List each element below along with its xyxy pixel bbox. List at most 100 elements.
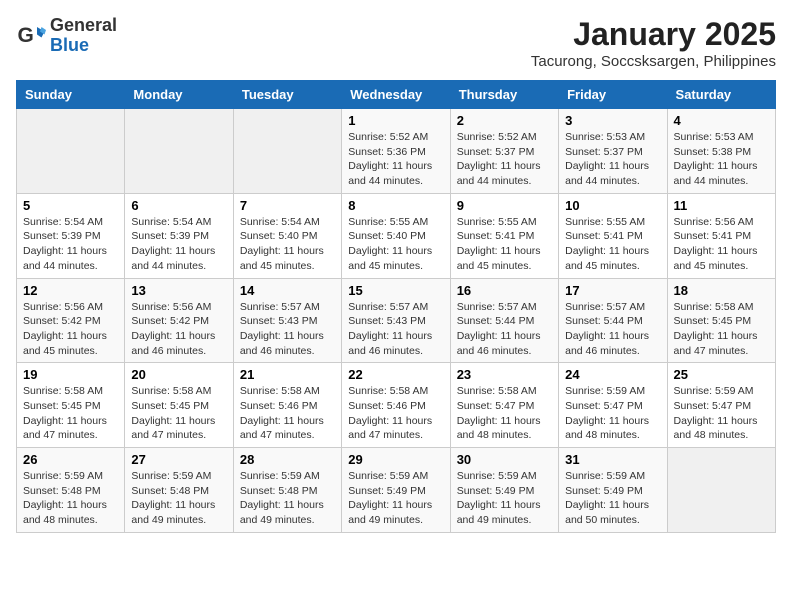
day-number: 2 <box>457 113 552 128</box>
calendar-table: SundayMondayTuesdayWednesdayThursdayFrid… <box>16 80 776 533</box>
day-number: 14 <box>240 283 335 298</box>
day-info: Sunrise: 5:59 AMSunset: 5:47 PMDaylight:… <box>565 384 660 443</box>
day-number: 4 <box>674 113 769 128</box>
day-cell: 6Sunrise: 5:54 AMSunset: 5:39 PMDaylight… <box>125 193 233 278</box>
day-info: Sunrise: 5:58 AMSunset: 5:45 PMDaylight:… <box>23 384 118 443</box>
day-info: Sunrise: 5:58 AMSunset: 5:45 PMDaylight:… <box>131 384 226 443</box>
day-info: Sunrise: 5:59 AMSunset: 5:49 PMDaylight:… <box>565 469 660 528</box>
weekday-header-friday: Friday <box>559 81 667 109</box>
day-info: Sunrise: 5:55 AMSunset: 5:41 PMDaylight:… <box>457 215 552 274</box>
logo-icon: G <box>16 21 46 51</box>
day-number: 9 <box>457 198 552 213</box>
day-cell <box>125 109 233 194</box>
day-cell <box>233 109 341 194</box>
day-number: 24 <box>565 367 660 382</box>
day-info: Sunrise: 5:53 AMSunset: 5:38 PMDaylight:… <box>674 130 769 189</box>
day-info: Sunrise: 5:52 AMSunset: 5:36 PMDaylight:… <box>348 130 443 189</box>
day-cell: 22 Sunrise: 5:58 AMSunset: 5:46 PMDayligh… <box>342 363 450 448</box>
header: G General Blue January 2025 Tacurong, So… <box>16 16 776 70</box>
weekday-header-saturday: Saturday <box>667 81 775 109</box>
day-number: 10 <box>565 198 660 213</box>
day-number: 31 <box>565 452 660 467</box>
day-number: 3 <box>565 113 660 128</box>
day-info: Sunrise: 5:56 AMSunset: 5:42 PMDaylight:… <box>23 300 118 359</box>
day-info: Sunrise: 5:55 AMSunset: 5:41 PMDaylight:… <box>565 215 660 274</box>
day-cell: 21 Sunrise: 5:58 AMSunset: 5:46 PMDayligh… <box>233 363 341 448</box>
day-cell: 2Sunrise: 5:52 AMSunset: 5:37 PMDaylight… <box>450 109 558 194</box>
day-number: 20 <box>131 367 226 382</box>
calendar-title: January 2025 <box>531 16 776 53</box>
day-number: 12 <box>23 283 118 298</box>
day-cell: 18Sunrise: 5:58 AMSunset: 5:45 PMDayligh… <box>667 278 775 363</box>
logo: G General Blue <box>16 16 117 56</box>
day-info: Sunrise: 5:59 AMSunset: 5:48 PMDaylight:… <box>131 469 226 528</box>
day-info: Sunrise: 5:54 AMSunset: 5:39 PMDaylight:… <box>131 215 226 274</box>
day-info: Sunrise: 5:57 AMSunset: 5:44 PMDaylight:… <box>565 300 660 359</box>
day-info: Sunrise: 5:54 AMSunset: 5:39 PMDaylight:… <box>23 215 118 274</box>
day-number: 1 <box>348 113 443 128</box>
day-number: 28 <box>240 452 335 467</box>
day-info: Sunrise: 5:57 AMSunset: 5:43 PMDaylight:… <box>240 300 335 359</box>
day-info: Sunrise: 5:59 AMSunset: 5:49 PMDaylight:… <box>348 469 443 528</box>
day-number: 7 <box>240 198 335 213</box>
day-info: Sunrise: 5:56 AMSunset: 5:42 PMDaylight:… <box>131 300 226 359</box>
day-number: 13 <box>131 283 226 298</box>
day-cell: 13 Sunrise: 5:56 AMSunset: 5:42 PMDayligh… <box>125 278 233 363</box>
day-cell: 3 Sunrise: 5:53 AMSunset: 5:37 PMDaylight… <box>559 109 667 194</box>
day-cell: 11 Sunrise: 5:56 AMSunset: 5:41 PMDayligh… <box>667 193 775 278</box>
day-number: 5 <box>23 198 118 213</box>
day-info: Sunrise: 5:59 AMSunset: 5:47 PMDaylight:… <box>674 384 769 443</box>
weekday-header-wednesday: Wednesday <box>342 81 450 109</box>
day-cell: 19 Sunrise: 5:58 AMSunset: 5:45 PMDayligh… <box>17 363 125 448</box>
day-cell: 25 Sunrise: 5:59 AMSunset: 5:47 PMDayligh… <box>667 363 775 448</box>
calendar-header: SundayMondayTuesdayWednesdayThursdayFrid… <box>17 81 776 109</box>
logo-blue: Blue <box>50 36 117 56</box>
day-cell: 17Sunrise: 5:57 AMSunset: 5:44 PMDayligh… <box>559 278 667 363</box>
day-info: Sunrise: 5:56 AMSunset: 5:41 PMDaylight:… <box>674 215 769 274</box>
day-number: 15 <box>348 283 443 298</box>
day-cell: 8 Sunrise: 5:55 AMSunset: 5:40 PMDaylight… <box>342 193 450 278</box>
week-row-5: 26 Sunrise: 5:59 AMSunset: 5:48 PMDayligh… <box>17 448 776 533</box>
day-cell: 1 Sunrise: 5:52 AMSunset: 5:36 PMDaylight… <box>342 109 450 194</box>
day-number: 25 <box>674 367 769 382</box>
day-info: Sunrise: 5:59 AMSunset: 5:48 PMDaylight:… <box>240 469 335 528</box>
day-cell: 4 Sunrise: 5:53 AMSunset: 5:38 PMDaylight… <box>667 109 775 194</box>
day-cell: 10 Sunrise: 5:55 AMSunset: 5:41 PMDayligh… <box>559 193 667 278</box>
day-cell: 5 Sunrise: 5:54 AMSunset: 5:39 PMDaylight… <box>17 193 125 278</box>
day-info: Sunrise: 5:54 AMSunset: 5:40 PMDaylight:… <box>240 215 335 274</box>
day-info: Sunrise: 5:59 AMSunset: 5:48 PMDaylight:… <box>23 469 118 528</box>
day-number: 26 <box>23 452 118 467</box>
day-cell: 9 Sunrise: 5:55 AMSunset: 5:41 PMDaylight… <box>450 193 558 278</box>
day-cell: 28 Sunrise: 5:59 AMSunset: 5:48 PMDayligh… <box>233 448 341 533</box>
day-number: 22 <box>348 367 443 382</box>
day-cell: 26 Sunrise: 5:59 AMSunset: 5:48 PMDayligh… <box>17 448 125 533</box>
day-info: Sunrise: 5:57 AMSunset: 5:43 PMDaylight:… <box>348 300 443 359</box>
day-cell: 14 Sunrise: 5:57 AMSunset: 5:43 PMDayligh… <box>233 278 341 363</box>
day-number: 21 <box>240 367 335 382</box>
day-cell: 31 Sunrise: 5:59 AMSunset: 5:49 PMDayligh… <box>559 448 667 533</box>
week-row-4: 19 Sunrise: 5:58 AMSunset: 5:45 PMDayligh… <box>17 363 776 448</box>
day-number: 19 <box>23 367 118 382</box>
day-cell: 12 Sunrise: 5:56 AMSunset: 5:42 PMDayligh… <box>17 278 125 363</box>
day-cell <box>17 109 125 194</box>
day-cell <box>667 448 775 533</box>
day-info: Sunrise: 5:58 AMSunset: 5:46 PMDaylight:… <box>348 384 443 443</box>
weekday-header-monday: Monday <box>125 81 233 109</box>
day-number: 29 <box>348 452 443 467</box>
week-row-2: 5 Sunrise: 5:54 AMSunset: 5:39 PMDaylight… <box>17 193 776 278</box>
calendar-subtitle: Tacurong, Soccsksargen, Philippines <box>531 53 776 70</box>
day-cell: 29 Sunrise: 5:59 AMSunset: 5:49 PMDayligh… <box>342 448 450 533</box>
day-number: 8 <box>348 198 443 213</box>
day-number: 11 <box>674 198 769 213</box>
day-number: 30 <box>457 452 552 467</box>
day-cell: 16Sunrise: 5:57 AMSunset: 5:44 PMDayligh… <box>450 278 558 363</box>
day-info: Sunrise: 5:58 AMSunset: 5:46 PMDaylight:… <box>240 384 335 443</box>
day-info: Sunrise: 5:53 AMSunset: 5:37 PMDaylight:… <box>565 130 660 189</box>
day-info: Sunrise: 5:55 AMSunset: 5:40 PMDaylight:… <box>348 215 443 274</box>
day-number: 27 <box>131 452 226 467</box>
day-cell: 24 Sunrise: 5:59 AMSunset: 5:47 PMDayligh… <box>559 363 667 448</box>
weekday-row: SundayMondayTuesdayWednesdayThursdayFrid… <box>17 81 776 109</box>
day-info: Sunrise: 5:59 AMSunset: 5:49 PMDaylight:… <box>457 469 552 528</box>
weekday-header-sunday: Sunday <box>17 81 125 109</box>
day-cell: 27 Sunrise: 5:59 AMSunset: 5:48 PMDayligh… <box>125 448 233 533</box>
